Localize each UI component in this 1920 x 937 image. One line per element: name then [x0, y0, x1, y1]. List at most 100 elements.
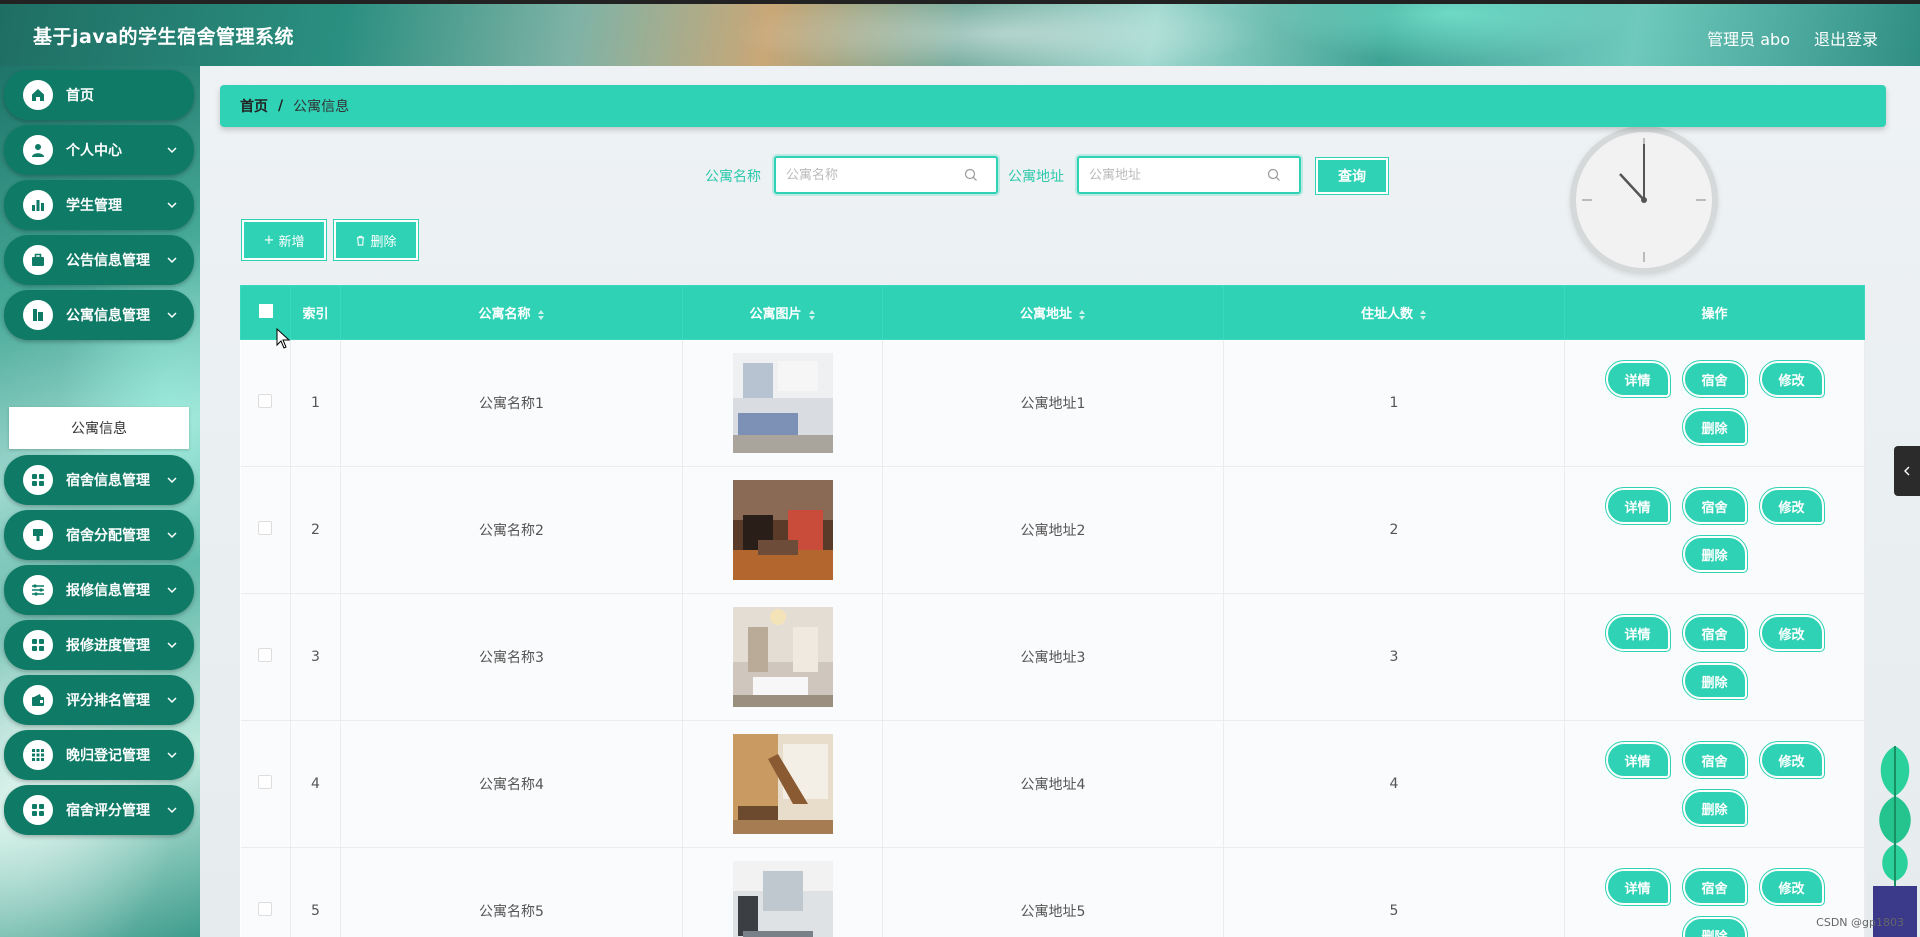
- sidebar-item-apartments[interactable]: 公寓信息管理: [4, 290, 194, 340]
- breadcrumb: 首页 / 公寓信息: [220, 85, 1886, 127]
- sort-icon[interactable]: [1078, 309, 1086, 321]
- dorm-button[interactable]: 宿舍: [1681, 487, 1748, 525]
- sort-icon[interactable]: [808, 309, 816, 321]
- sidebar-item-dorm-assign[interactable]: 宿舍分配管理: [4, 510, 194, 560]
- stamp-icon: [23, 520, 53, 550]
- apartment-image[interactable]: [732, 353, 833, 453]
- sidebar-item-score-ranking[interactable]: 评分排名管理: [4, 675, 194, 725]
- table-row: 1 公寓名称1 公寓地址1 1 详情 宿舍 修改 删除: [240, 339, 1865, 467]
- table-row: 2 公寓名称2 公寓地址2 2 详情 宿舍 修改 删除: [240, 466, 1865, 594]
- sidebar-item-repairs[interactable]: 报修信息管理: [4, 565, 194, 615]
- cell-name: 公寓名称1: [340, 339, 683, 467]
- table-row: 5 公寓名称5 公寓地址5 5 详情 宿舍 修改 删除: [240, 847, 1865, 937]
- header-name[interactable]: 公寓名称: [340, 285, 683, 340]
- user-label[interactable]: 管理员 abo: [1707, 26, 1790, 50]
- detail-button[interactable]: 详情: [1604, 360, 1671, 398]
- user-icon: [23, 135, 53, 165]
- sidebar-item-late-return[interactable]: 晚归登记管理: [4, 730, 194, 780]
- cell-image: [682, 847, 883, 937]
- add-button[interactable]: + 新增: [241, 219, 327, 261]
- chevron-up-icon: [166, 309, 178, 321]
- row-select-cell: [240, 466, 291, 594]
- dorm-button[interactable]: 宿舍: [1681, 360, 1748, 398]
- dorm-button[interactable]: 宿舍: [1681, 868, 1748, 906]
- apartment-image[interactable]: [732, 607, 833, 707]
- sort-icon[interactable]: [1419, 309, 1427, 321]
- chevron-down-icon: [166, 804, 178, 816]
- edit-button[interactable]: 修改: [1758, 360, 1825, 398]
- sidebar-item-personal-center[interactable]: 个人中心: [4, 125, 194, 175]
- mouse-cursor-icon: [276, 328, 291, 349]
- cell-address: 公寓地址2: [882, 466, 1224, 594]
- cell-ops: 详情 宿舍 修改 删除: [1564, 720, 1865, 848]
- row-checkbox[interactable]: [258, 775, 273, 789]
- header-image[interactable]: 公寓图片: [682, 285, 883, 340]
- sidebar-item-label: 学生管理: [66, 198, 122, 214]
- row-select-cell: [240, 847, 291, 937]
- breadcrumb-current: 公寓信息: [293, 99, 350, 115]
- row-checkbox[interactable]: [258, 648, 273, 662]
- cell-image: [682, 339, 883, 467]
- delete-button[interactable]: 删除: [1681, 408, 1748, 446]
- edit-button[interactable]: 修改: [1758, 868, 1825, 906]
- edit-button[interactable]: 修改: [1758, 741, 1825, 779]
- edit-button[interactable]: 修改: [1758, 614, 1825, 652]
- sidebar-item-dorms[interactable]: 宿舍信息管理: [4, 455, 194, 505]
- sort-icon[interactable]: [537, 309, 545, 321]
- dorm-button[interactable]: 宿舍: [1681, 741, 1748, 779]
- detail-button[interactable]: 详情: [1604, 614, 1671, 652]
- search-name-field[interactable]: [774, 156, 998, 194]
- apartment-image[interactable]: [732, 734, 833, 834]
- sidebar-item-notices[interactable]: 公告信息管理: [4, 235, 194, 285]
- breadcrumb-home[interactable]: 首页: [240, 96, 268, 116]
- delete-button[interactable]: 删除: [1681, 789, 1748, 827]
- sidebar-item-label: 宿舍信息管理: [66, 473, 150, 489]
- header-count[interactable]: 住址人数: [1223, 285, 1565, 340]
- main-content: 首页 / 公寓信息 公寓名称 公寓地址 查询 + 新增 删除: [200, 66, 1920, 937]
- sidebar-item-home[interactable]: 首页: [4, 70, 194, 120]
- query-button[interactable]: 查询: [1315, 157, 1389, 195]
- sidebar-item-repair-progress[interactable]: 报修进度管理: [4, 620, 194, 670]
- sidebar-item-dorm-score[interactable]: 宿舍评分管理: [4, 785, 194, 835]
- search-address-input[interactable]: [1089, 160, 1267, 190]
- edit-button[interactable]: 修改: [1758, 487, 1825, 525]
- delete-button[interactable]: 删除: [1681, 535, 1748, 573]
- cell-count: 2: [1223, 466, 1565, 594]
- chevron-left-icon: [1904, 466, 1910, 476]
- row-checkbox[interactable]: [258, 902, 273, 916]
- collapse-panel-tab[interactable]: [1894, 446, 1920, 496]
- search-icon: [1267, 168, 1280, 181]
- search-name-input[interactable]: [786, 160, 964, 190]
- detail-button[interactable]: 详情: [1604, 868, 1671, 906]
- delete-button[interactable]: 删除: [1681, 916, 1748, 937]
- dorm-button[interactable]: 宿舍: [1681, 614, 1748, 652]
- sidebar-item-students[interactable]: 学生管理: [4, 180, 194, 230]
- briefcase-icon: [23, 245, 53, 275]
- apartment-image[interactable]: [732, 480, 833, 580]
- row-checkbox[interactable]: [258, 521, 273, 535]
- cell-address: 公寓地址3: [882, 593, 1224, 721]
- apartment-image[interactable]: [732, 861, 833, 937]
- delete-button[interactable]: 删除: [1681, 662, 1748, 700]
- submenu-item-apartment-info[interactable]: 公寓信息: [9, 407, 189, 449]
- header-address[interactable]: 公寓地址: [882, 285, 1224, 340]
- apartment-table: 索引 公寓名称 公寓图片 公寓地址 住址人数 操作 1 公寓名称1 公寓地址1: [240, 285, 1865, 937]
- batch-delete-button[interactable]: 删除: [333, 219, 419, 261]
- cell-image: [682, 466, 883, 594]
- row-checkbox[interactable]: [258, 394, 273, 408]
- select-all-checkbox[interactable]: [258, 303, 273, 318]
- search-address-field[interactable]: [1077, 156, 1301, 194]
- cell-address: 公寓地址4: [882, 720, 1224, 848]
- chevron-down-icon: [166, 639, 178, 651]
- top-bar: 基于java的学生宿舍管理系统 管理员 abo 退出登录: [0, 0, 1920, 66]
- row-select-cell: [240, 720, 291, 848]
- cell-ops: 详情 宿舍 修改 删除: [1564, 593, 1865, 721]
- cell-ops: 详情 宿舍 修改 删除: [1564, 339, 1865, 467]
- logout-link[interactable]: 退出登录: [1814, 26, 1878, 50]
- bar-chart-icon: [23, 190, 53, 220]
- detail-button[interactable]: 详情: [1604, 487, 1671, 525]
- cell-index: 3: [290, 593, 341, 721]
- breadcrumb-separator: /: [278, 98, 284, 114]
- detail-button[interactable]: 详情: [1604, 741, 1671, 779]
- table-row: 3 公寓名称3 公寓地址3 3 详情 宿舍 修改 删除: [240, 593, 1865, 721]
